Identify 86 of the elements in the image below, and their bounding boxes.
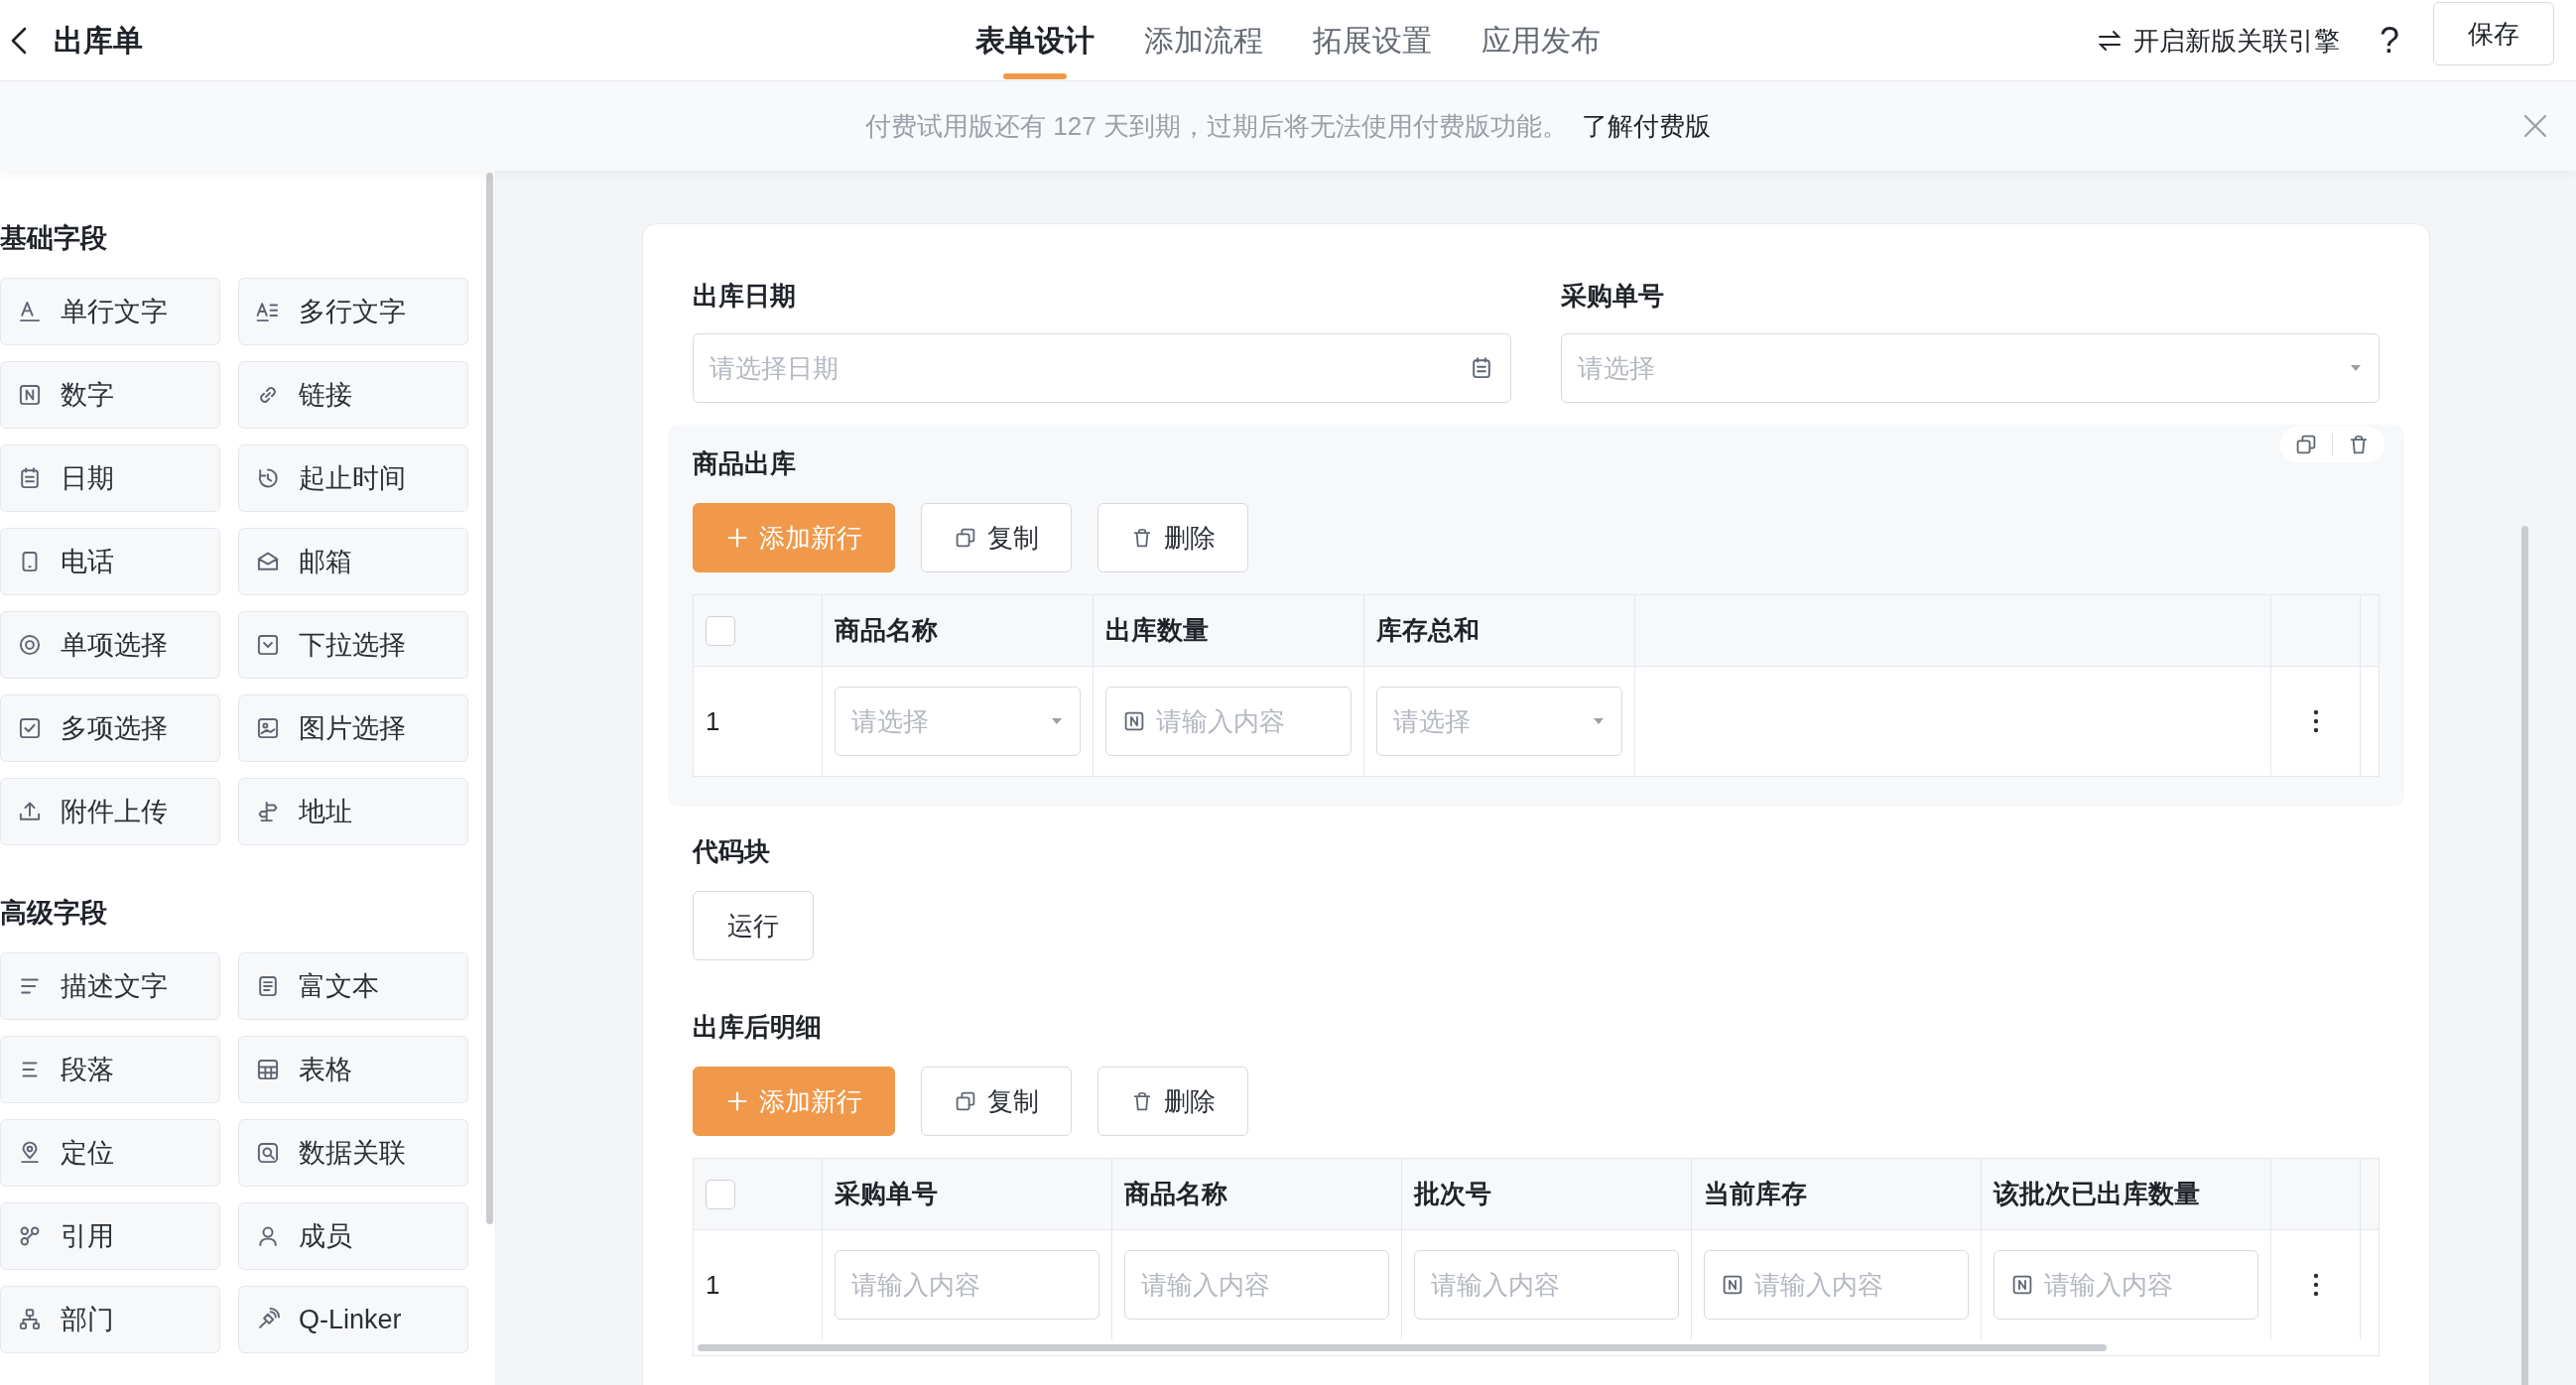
copy-button[interactable]: 复制 [921,1067,1072,1136]
tab[interactable]: 表单设计 [975,0,1095,81]
radio-icon [17,632,43,658]
field-label: 出库日期 [693,280,797,313]
more-icon[interactable] [2312,709,2319,733]
field-type-item[interactable]: 日期 [0,444,220,512]
field-type-item[interactable]: 附件上传 [0,778,220,845]
subform-title: 商品出库 [693,447,797,480]
caret-icon [1592,716,1606,726]
code-block-title: 代码块 [693,835,771,868]
dropdown-icon [255,632,281,658]
field-type-item[interactable]: 多行文字 [238,278,468,345]
upgrade-link[interactable]: 了解付费版 [1581,108,1711,144]
engine-toggle[interactable]: 开启新版关联引擎 [2091,22,2346,60]
plus-icon [725,526,749,550]
column-header: 采购单号 [823,1159,1112,1230]
column-header: 商品名称 [1112,1159,1402,1230]
copy-icon [2294,433,2318,456]
column-header: 库存总和 [1364,595,1635,667]
field-type-item[interactable]: 引用 [0,1202,220,1270]
scrollbar[interactable] [698,1343,2107,1351]
number-icon [2010,1273,2034,1297]
tab[interactable]: 应用发布 [1481,0,1601,81]
field-type-item[interactable]: 地址 [238,778,468,845]
section-heading: 高级字段 [0,897,108,930]
field-type-item[interactable]: 富文本 [238,952,468,1020]
save-button[interactable]: 保存 [2433,2,2554,65]
field-type-item[interactable]: 表格 [238,1036,468,1103]
section-heading: 基础字段 [0,222,108,255]
field-type-item[interactable]: 成员 [238,1202,468,1270]
tab[interactable]: 添加流程 [1144,0,1263,81]
field-type-item[interactable]: 数据关联 [238,1119,468,1187]
field-label: 采购单号 [1561,280,1665,313]
number-icon [17,382,43,408]
select-all-checkbox[interactable] [706,615,735,646]
field-type-item[interactable]: 起止时间 [238,444,468,512]
close-icon[interactable] [2522,113,2548,139]
back-icon[interactable] [10,26,28,56]
field-type-item[interactable]: 电话 [0,528,220,595]
field-type-item[interactable]: 下拉选择 [238,611,468,679]
column-header: 批次号 [1402,1159,1692,1230]
field-type-item[interactable]: 描述文字 [0,952,220,1020]
subform-title: 出库后明细 [693,1011,823,1044]
field-type-item[interactable]: 段落 [0,1036,220,1103]
copy-icon [954,526,977,550]
field-type-item[interactable]: 数字 [0,361,220,429]
table-icon [255,1057,281,1082]
help-button[interactable]: ? [2379,20,2399,62]
image-icon [255,715,281,741]
column-header: 商品名称 [823,595,1094,667]
field-type-item[interactable]: Q-Linker [238,1286,468,1353]
search-box-icon [255,1140,281,1166]
checkbox-icon [17,715,43,741]
copy-button[interactable]: 复制 [921,503,1072,572]
caret-icon [2349,363,2363,373]
field-type-item[interactable]: 部门 [0,1286,220,1353]
plus-icon [725,1089,749,1113]
tab[interactable]: 拓展设置 [1313,0,1432,81]
scrollbar[interactable] [2521,526,2528,1385]
delete-button[interactable]: 删除 [1097,503,1248,572]
field-type-item[interactable]: 多项选择 [0,694,220,762]
column-header: 该批次已出库数量 [1982,1159,2271,1230]
swap-icon [2097,30,2122,52]
row-number: 1 [706,1269,720,1301]
number-icon [1122,709,1146,733]
caret-icon [1050,716,1064,726]
run-button[interactable]: 运行 [693,891,814,960]
org-chart-icon [17,1307,43,1332]
field-type-item[interactable]: 邮箱 [238,528,468,595]
field-type-item[interactable]: 单行文字 [0,278,220,345]
select-all-checkbox[interactable] [706,1179,735,1209]
column-header: 当前库存 [1692,1159,1982,1230]
field-type-item[interactable]: 定位 [0,1119,220,1187]
delete-button[interactable]: 删除 [1097,1067,1248,1136]
field-type-item[interactable]: 图片选择 [238,694,468,762]
number-icon [1721,1273,1744,1297]
field-type-item[interactable]: 单项选择 [0,611,220,679]
page-title: 出库单 [54,22,143,59]
row-number: 1 [706,705,720,737]
field-type-item[interactable]: 链接 [238,361,468,429]
more-icon[interactable] [2312,1273,2319,1297]
scrollbar[interactable] [486,173,493,1224]
column-header: 出库数量 [1094,595,1364,667]
letter-icon [17,299,43,324]
trial-notice: 付费试用版还有 127 天到期，过期后将无法使用付费版功能。 [865,109,1568,143]
copy-icon [954,1089,977,1113]
